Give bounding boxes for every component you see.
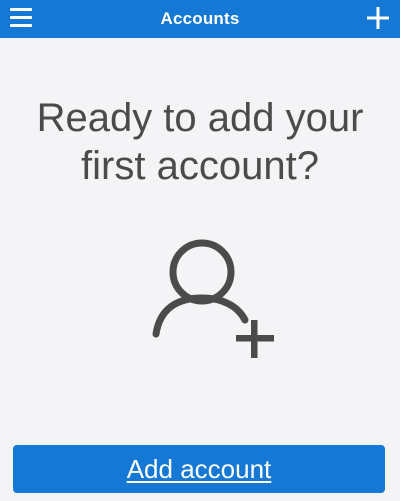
add-account-button[interactable]: Add account xyxy=(13,445,385,493)
page-title: Accounts xyxy=(160,9,240,28)
app-header: Accounts xyxy=(0,0,400,38)
add-account-label: Add account xyxy=(126,453,272,484)
empty-state-headline: Ready to add your first account? xyxy=(0,94,400,190)
plus-icon[interactable] xyxy=(366,6,390,30)
user-add-icon xyxy=(150,234,280,360)
headline-line-2: first account? xyxy=(81,144,319,188)
headline-line-1: Ready to add your xyxy=(36,96,364,140)
hamburger-menu-icon[interactable] xyxy=(10,7,32,29)
